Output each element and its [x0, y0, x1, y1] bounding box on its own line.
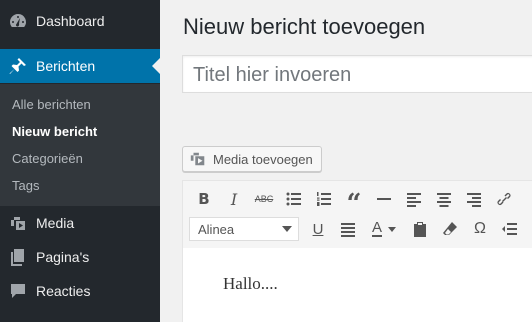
align-left-button[interactable] — [399, 184, 429, 214]
add-media-button[interactable]: Media toevoegen — [182, 146, 322, 172]
submenu-all-posts[interactable]: Alle berichten — [12, 97, 91, 112]
add-media-icon — [190, 152, 205, 166]
editor-content-area[interactable]: Hallo.... — [183, 248, 532, 322]
menu-dashboard[interactable]: Dashboard — [0, 4, 160, 38]
link-button[interactable] — [489, 184, 519, 214]
menu-media[interactable]: Media — [0, 206, 160, 240]
special-character-button[interactable]: Ω — [465, 214, 495, 244]
align-center-button[interactable] — [429, 184, 459, 214]
text-color-icon: A — [371, 219, 382, 237]
outdent-icon — [502, 223, 517, 235]
submenu-categories[interactable]: Categorieën — [12, 151, 83, 166]
add-media-label: Media toevoegen — [213, 151, 313, 167]
menu-posts-label: Berichten — [36, 58, 96, 74]
align-right-button[interactable] — [459, 184, 489, 214]
pages-icon — [0, 247, 36, 267]
bullet-list-icon — [286, 192, 301, 206]
underline-button[interactable]: U — [303, 214, 333, 244]
italic-button[interactable]: I — [219, 184, 249, 214]
numbered-list-icon — [317, 192, 331, 206]
dashboard-icon — [0, 11, 36, 31]
paste-text-button[interactable] — [405, 214, 435, 244]
align-right-icon — [467, 193, 481, 207]
media-icon — [0, 213, 36, 233]
toolbar-row-2: Alinea U A Ω — [183, 214, 525, 244]
chevron-down-icon — [282, 226, 292, 232]
text-color-button[interactable]: A — [363, 214, 405, 244]
pin-icon — [0, 56, 36, 76]
strikethrough-button[interactable]: ABC — [249, 184, 279, 214]
comment-icon — [0, 281, 36, 301]
menu-comments[interactable]: Reacties — [0, 274, 160, 308]
outdent-button[interactable] — [495, 214, 525, 244]
page-title: Nieuw bericht toevoegen — [183, 14, 426, 39]
menu-pages[interactable]: Pagina's — [0, 240, 160, 274]
admin-sidebar: Dashboard Berichten Alle berichten Nieuw… — [0, 0, 160, 322]
format-select[interactable]: Alinea — [189, 217, 299, 241]
align-left-icon — [407, 193, 421, 207]
eraser-icon — [443, 222, 457, 235]
chevron-down-icon — [388, 226, 396, 232]
content-editor: B I ABC “ Alinea U A Ω Hallo.... — [182, 180, 532, 322]
horizontal-line-icon — [377, 198, 391, 200]
submenu-tags[interactable]: Tags — [12, 178, 39, 193]
menu-media-label: Media — [36, 215, 75, 231]
posts-submenu: Alle berichten Nieuw bericht Categorieën… — [0, 84, 160, 206]
link-icon — [497, 193, 511, 205]
menu-dashboard-label: Dashboard — [36, 13, 105, 29]
toolbar-row-1: B I ABC “ — [189, 184, 519, 219]
menu-pages-label: Pagina's — [36, 249, 90, 265]
clipboard-icon — [414, 222, 426, 237]
justify-button[interactable] — [333, 214, 363, 244]
menu-comments-label: Reacties — [36, 283, 91, 299]
align-center-icon — [437, 193, 451, 207]
numbered-list-button[interactable] — [309, 184, 339, 214]
submenu-new-post[interactable]: Nieuw bericht — [12, 124, 97, 139]
format-select-value: Alinea — [198, 221, 235, 237]
editor-content-text: Hallo.... — [223, 274, 278, 293]
blockquote-button[interactable]: “ — [339, 184, 369, 219]
horizontal-line-button[interactable] — [369, 184, 399, 214]
bold-button[interactable]: B — [189, 184, 219, 214]
menu-posts[interactable]: Berichten — [0, 49, 160, 83]
bullet-list-button[interactable] — [279, 184, 309, 214]
post-title-input[interactable]: Titel hier invoeren — [182, 55, 532, 93]
clear-formatting-button[interactable] — [435, 214, 465, 244]
justify-icon — [341, 223, 355, 237]
